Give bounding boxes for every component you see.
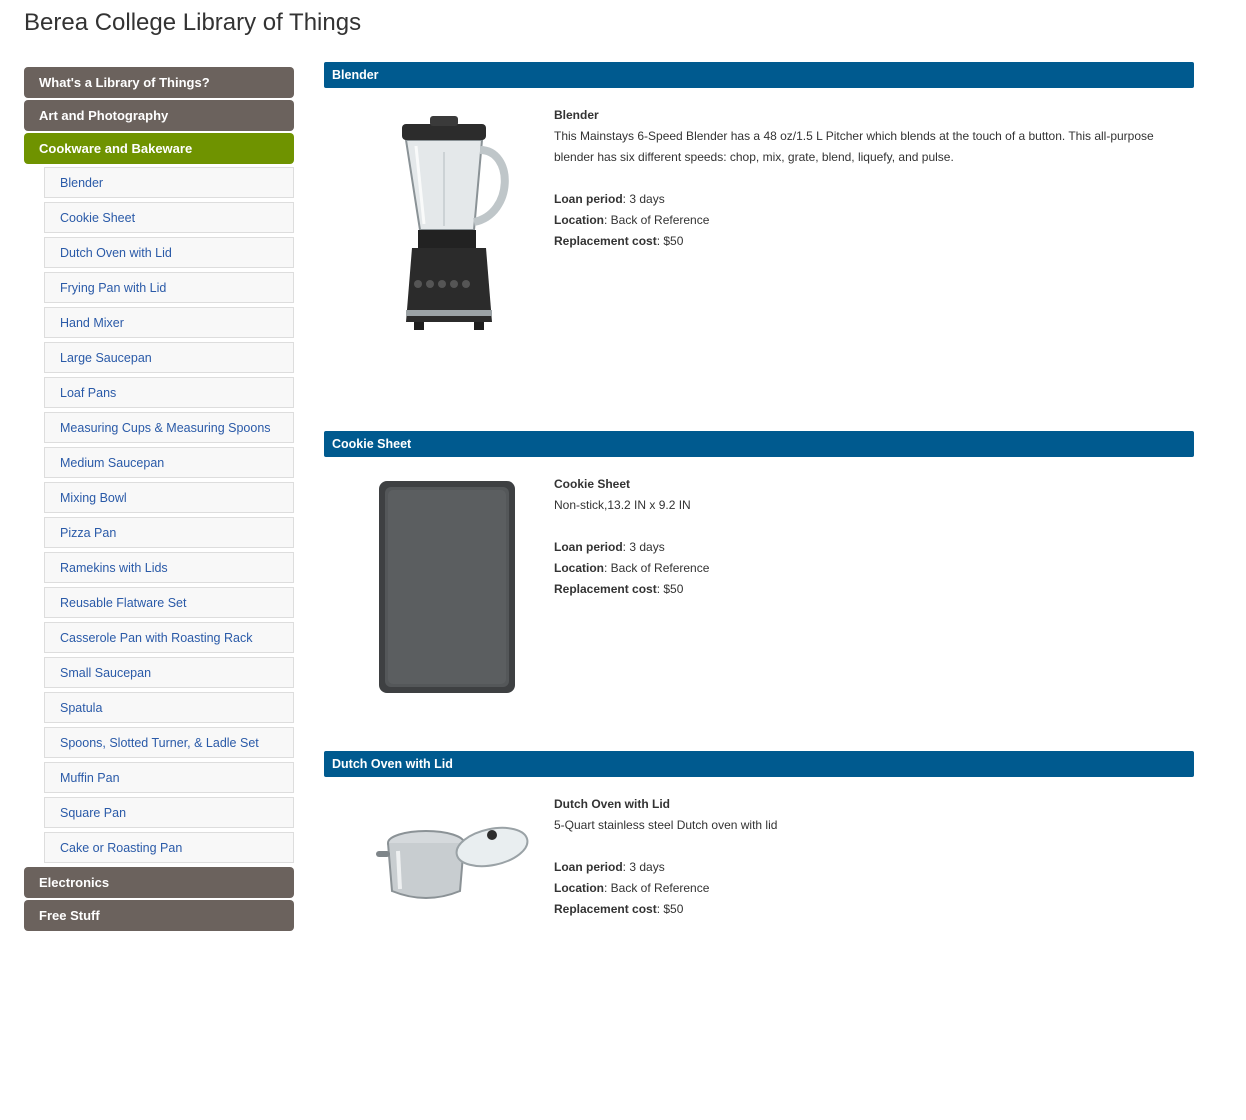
loan-period-value: : 3 days (622, 860, 665, 874)
loan-period-label: Loan period (554, 192, 623, 206)
loan-period-value: : 3 days (622, 192, 665, 206)
sidebar-item-muffin-pan[interactable]: Muffin Pan (44, 762, 294, 793)
item-card-cookie-sheet: Cookie Sheet Cookie Sheet Non-stick,13.2… (324, 431, 1194, 751)
sidebar-item-casserole-pan[interactable]: Casserole Pan with Roasting Rack (44, 622, 294, 653)
sidebar-item-loaf-pans[interactable]: Loaf Pans (44, 377, 294, 408)
item-details: Blender This Mainstays 6-Speed Blender h… (554, 105, 1184, 252)
item-description: This Mainstays 6-Speed Blender has a 48 … (554, 129, 1154, 164)
sidebar-item-frying-pan[interactable]: Frying Pan with Lid (44, 272, 294, 303)
sidebar-item-flatware-set[interactable]: Reusable Flatware Set (44, 587, 294, 618)
location-label: Location (554, 881, 604, 895)
location-value: : Back of Reference (604, 213, 710, 227)
replacement-cost-label: Replacement cost (554, 234, 657, 248)
sidebar-item-spoons-turner-ladle[interactable]: Spoons, Slotted Turner, & Ladle Set (44, 727, 294, 758)
location-label: Location (554, 561, 604, 575)
sidebar-item-cake-pan[interactable]: Cake or Roasting Pan (44, 832, 294, 863)
loan-period-label: Loan period (554, 540, 623, 554)
item-details: Cookie Sheet Non-stick,13.2 IN x 9.2 IN … (554, 474, 1184, 600)
sidebar-item-large-saucepan[interactable]: Large Saucepan (44, 342, 294, 373)
loan-period-value: : 3 days (622, 540, 665, 554)
item-card-dutch-oven: Dutch Oven with Lid Dutch Oven with Lid … (324, 751, 1194, 1120)
location-value: : Back of Reference (604, 561, 710, 575)
item-listing: Blender Blender This Mainstays 6-Speed B… (324, 62, 1194, 1120)
item-description: 5-Quart stainless steel Dutch oven with … (554, 818, 778, 832)
cookware-item-list: Blender Cookie Sheet Dutch Oven with Lid… (44, 167, 294, 863)
replacement-cost-value: : $50 (656, 234, 684, 248)
category-sidebar: What's a Library of Things? Art and Phot… (24, 67, 294, 933)
sidebar-item-hand-mixer[interactable]: Hand Mixer (44, 307, 294, 338)
cookie-sheet-image (379, 481, 515, 693)
item-name: Blender (554, 108, 599, 122)
item-name: Dutch Oven with Lid (554, 797, 670, 811)
sidebar-item-spatula[interactable]: Spatula (44, 692, 294, 723)
item-header: Dutch Oven with Lid (324, 751, 1194, 777)
item-description: Non-stick,13.2 IN x 9.2 IN (554, 498, 691, 512)
replacement-cost-value: : $50 (656, 902, 684, 916)
sidebar-item-pizza-pan[interactable]: Pizza Pan (44, 517, 294, 548)
item-card-blender: Blender Blender This Mainstays 6-Speed B… (324, 62, 1194, 431)
replacement-cost-label: Replacement cost (554, 582, 657, 596)
item-header: Blender (324, 62, 1194, 88)
sidebar-item-small-saucepan[interactable]: Small Saucepan (44, 657, 294, 688)
item-header: Cookie Sheet (324, 431, 1194, 457)
category-electronics[interactable]: Electronics (24, 867, 294, 898)
sidebar-item-square-pan[interactable]: Square Pan (44, 797, 294, 828)
location-value: : Back of Reference (604, 881, 710, 895)
item-name: Cookie Sheet (554, 477, 631, 491)
category-cookware-and-bakeware[interactable]: Cookware and Bakeware (24, 133, 294, 164)
sidebar-item-ramekins[interactable]: Ramekins with Lids (44, 552, 294, 583)
replacement-cost-value: : $50 (656, 582, 684, 596)
sidebar-item-cookie-sheet[interactable]: Cookie Sheet (44, 202, 294, 233)
category-art-and-photography[interactable]: Art and Photography (24, 100, 294, 131)
dutch-oven-image (376, 826, 529, 899)
loan-period-label: Loan period (554, 860, 623, 874)
replacement-cost-label: Replacement cost (554, 902, 657, 916)
blender-image (402, 116, 509, 330)
item-details: Dutch Oven with Lid 5-Quart stainless st… (554, 794, 1184, 920)
sidebar-item-medium-saucepan[interactable]: Medium Saucepan (44, 447, 294, 478)
sidebar-item-mixing-bowl[interactable]: Mixing Bowl (44, 482, 294, 513)
category-free-stuff[interactable]: Free Stuff (24, 900, 294, 931)
sidebar-item-blender[interactable]: Blender (44, 167, 294, 198)
location-label: Location (554, 213, 604, 227)
category-whats-a-library-of-things[interactable]: What's a Library of Things? (24, 67, 294, 98)
page-title: Berea College Library of Things (24, 9, 362, 36)
sidebar-item-dutch-oven[interactable]: Dutch Oven with Lid (44, 237, 294, 268)
sidebar-item-measuring-cups[interactable]: Measuring Cups & Measuring Spoons (44, 412, 294, 443)
